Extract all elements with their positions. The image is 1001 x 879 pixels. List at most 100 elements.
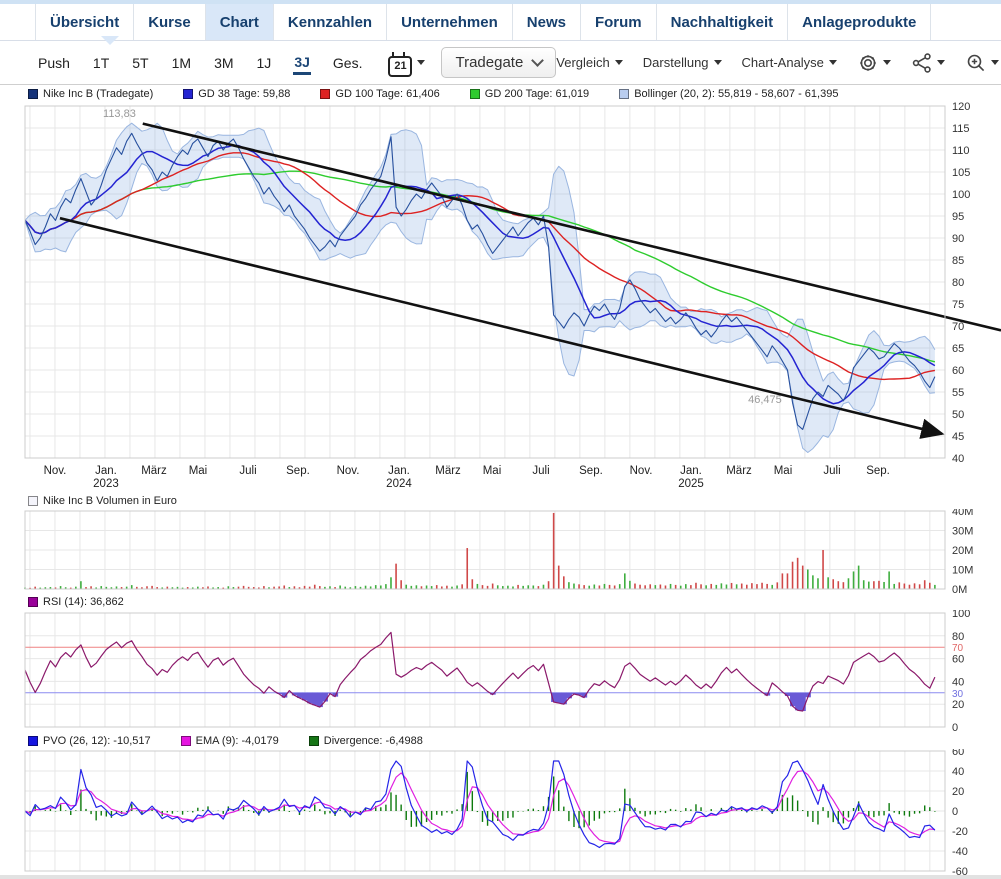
svg-text:30: 30: [952, 689, 964, 700]
svg-text:Juli: Juli: [532, 465, 549, 477]
settings-button[interactable]: [857, 52, 891, 74]
svg-text:Mai: Mai: [189, 465, 208, 477]
svg-text:Mai: Mai: [774, 465, 793, 477]
chevron-down-icon: [829, 60, 837, 65]
menu-darstellung[interactable]: Darstellung: [643, 55, 722, 70]
legend-swatch: [28, 89, 38, 99]
legend-item: GD 200 Tage: 61,019: [470, 88, 589, 100]
range-3j[interactable]: 3J: [293, 50, 311, 75]
tab-kurse[interactable]: Kurse: [134, 4, 206, 40]
legend-swatch: [309, 736, 319, 746]
svg-text:0M: 0M: [952, 584, 967, 593]
svg-text:120: 120: [952, 102, 970, 113]
legend-label: Divergence: -6,4988: [324, 735, 423, 747]
tab-chart[interactable]: Chart: [206, 4, 274, 40]
legend-item: EMA (9): -4,0179: [181, 735, 279, 747]
svg-text:Juli: Juli: [823, 465, 840, 477]
menu-label: Vergleich: [556, 55, 609, 70]
toolbar-right-group: Vergleich Darstellung Chart-Analyse: [556, 52, 1001, 74]
legend-label: GD 100 Tage: 61,406: [335, 88, 439, 100]
svg-text:100: 100: [952, 610, 970, 620]
chevron-down-icon: [714, 60, 722, 65]
svg-text:Sep.: Sep.: [866, 465, 890, 477]
svg-text:45: 45: [952, 431, 964, 443]
tab-nachhaltigkeit[interactable]: Nachhaltigkeit: [657, 4, 789, 40]
price-chart-legend: Nike Inc B (Tradegate)GD 38 Tage: 59,88G…: [0, 85, 1001, 102]
svg-text:20: 20: [952, 699, 964, 711]
svg-text:80: 80: [952, 277, 964, 289]
tab-anlageprodukte[interactable]: Anlageprodukte: [788, 4, 931, 40]
svg-text:40: 40: [952, 453, 964, 465]
legend-label: Bollinger (20, 2): 55,819 - 58,607 - 61,…: [634, 88, 838, 100]
menu-chart-analyse[interactable]: Chart-Analyse: [742, 55, 837, 70]
zoom-button[interactable]: [965, 52, 999, 74]
tab-news[interactable]: News: [513, 4, 581, 40]
svg-text:Nov.: Nov.: [44, 465, 67, 477]
svg-text:-20: -20: [952, 826, 968, 838]
legend-swatch: [470, 89, 480, 99]
svg-text:2025: 2025: [678, 478, 704, 490]
legend-item: PVO (26, 12): -10,517: [28, 735, 151, 747]
chevron-down-icon: [615, 60, 623, 65]
svg-text:Sep.: Sep.: [579, 465, 603, 477]
legend-swatch: [619, 89, 629, 99]
svg-text:90: 90: [952, 233, 964, 245]
svg-text:März: März: [726, 465, 752, 477]
svg-text:40M: 40M: [952, 509, 973, 518]
legend-item: Nike Inc B (Tradegate): [28, 88, 153, 100]
tab-forum[interactable]: Forum: [581, 4, 657, 40]
range-1j[interactable]: 1J: [256, 51, 273, 75]
range-3m[interactable]: 3M: [213, 51, 234, 75]
rsi-legend: RSI (14): 36,862: [0, 593, 1001, 610]
svg-text:20: 20: [952, 786, 964, 798]
share-button[interactable]: [911, 52, 945, 74]
chart-toolbar: Push 1T 5T 1M 3M 1J 3J Ges. 21 Tradegate Vergl…: [0, 41, 1001, 85]
volume-legend: Nike Inc B Volumen in Euro: [0, 492, 1001, 509]
svg-text:80: 80: [952, 631, 964, 643]
svg-text:100: 100: [952, 189, 970, 201]
legend-item: GD 100 Tage: 61,406: [320, 88, 439, 100]
range-1t[interactable]: 1T: [92, 51, 110, 75]
range-1m[interactable]: 1M: [171, 51, 192, 75]
range-5t[interactable]: 5T: [131, 51, 149, 75]
menu-vergleich[interactable]: Vergleich: [556, 55, 622, 70]
range-ges[interactable]: Ges.: [332, 51, 364, 75]
zoom-in-icon: [965, 52, 987, 74]
svg-text:75: 75: [952, 299, 964, 311]
svg-text:40: 40: [952, 676, 964, 688]
svg-text:30M: 30M: [952, 526, 973, 538]
legend-label: GD 200 Tage: 61,019: [485, 88, 589, 100]
svg-text:60: 60: [952, 365, 964, 377]
exchange-select[interactable]: Tradegate: [441, 47, 556, 78]
svg-text:0: 0: [952, 806, 958, 818]
svg-text:50: 50: [952, 409, 964, 421]
price-chart[interactable]: 113,8346,4751201151101051009590858075706…: [0, 102, 1001, 492]
svg-text:Nov.: Nov.: [630, 465, 653, 477]
svg-text:2023: 2023: [93, 478, 119, 490]
chevron-down-icon: [991, 60, 999, 65]
svg-text:Jan.: Jan.: [680, 465, 702, 477]
main-nav: ÜbersichtKurseChartKennzahlenUnternehmen…: [0, 4, 1001, 41]
chevron-down-icon: [531, 54, 544, 67]
svg-text:40: 40: [952, 766, 964, 778]
calendar-day-label: 21: [388, 56, 412, 77]
date-range-picker[interactable]: 21: [387, 52, 425, 74]
svg-text:105: 105: [952, 167, 970, 179]
tab-unternehmen[interactable]: Unternehmen: [387, 4, 513, 40]
tab-ubersicht[interactable]: Übersicht: [35, 4, 134, 40]
tab-kennzahlen[interactable]: Kennzahlen: [274, 4, 387, 40]
svg-text:70: 70: [952, 643, 964, 654]
legend-swatch: [320, 89, 330, 99]
chevron-down-icon: [417, 60, 425, 65]
svg-text:65: 65: [952, 343, 964, 355]
push-toggle[interactable]: Push: [38, 55, 70, 71]
svg-text:Nov.: Nov.: [337, 465, 360, 477]
chevron-down-icon: [883, 60, 891, 65]
calendar-icon: 21: [387, 52, 411, 74]
active-tab-pointer: [101, 36, 119, 45]
volume-chart: 40M30M20M10M0M: [0, 509, 1001, 593]
chevron-down-icon: [937, 60, 945, 65]
svg-text:-60: -60: [952, 866, 968, 875]
svg-text:März: März: [435, 465, 461, 477]
legend-item: Nike Inc B Volumen in Euro: [28, 495, 177, 507]
